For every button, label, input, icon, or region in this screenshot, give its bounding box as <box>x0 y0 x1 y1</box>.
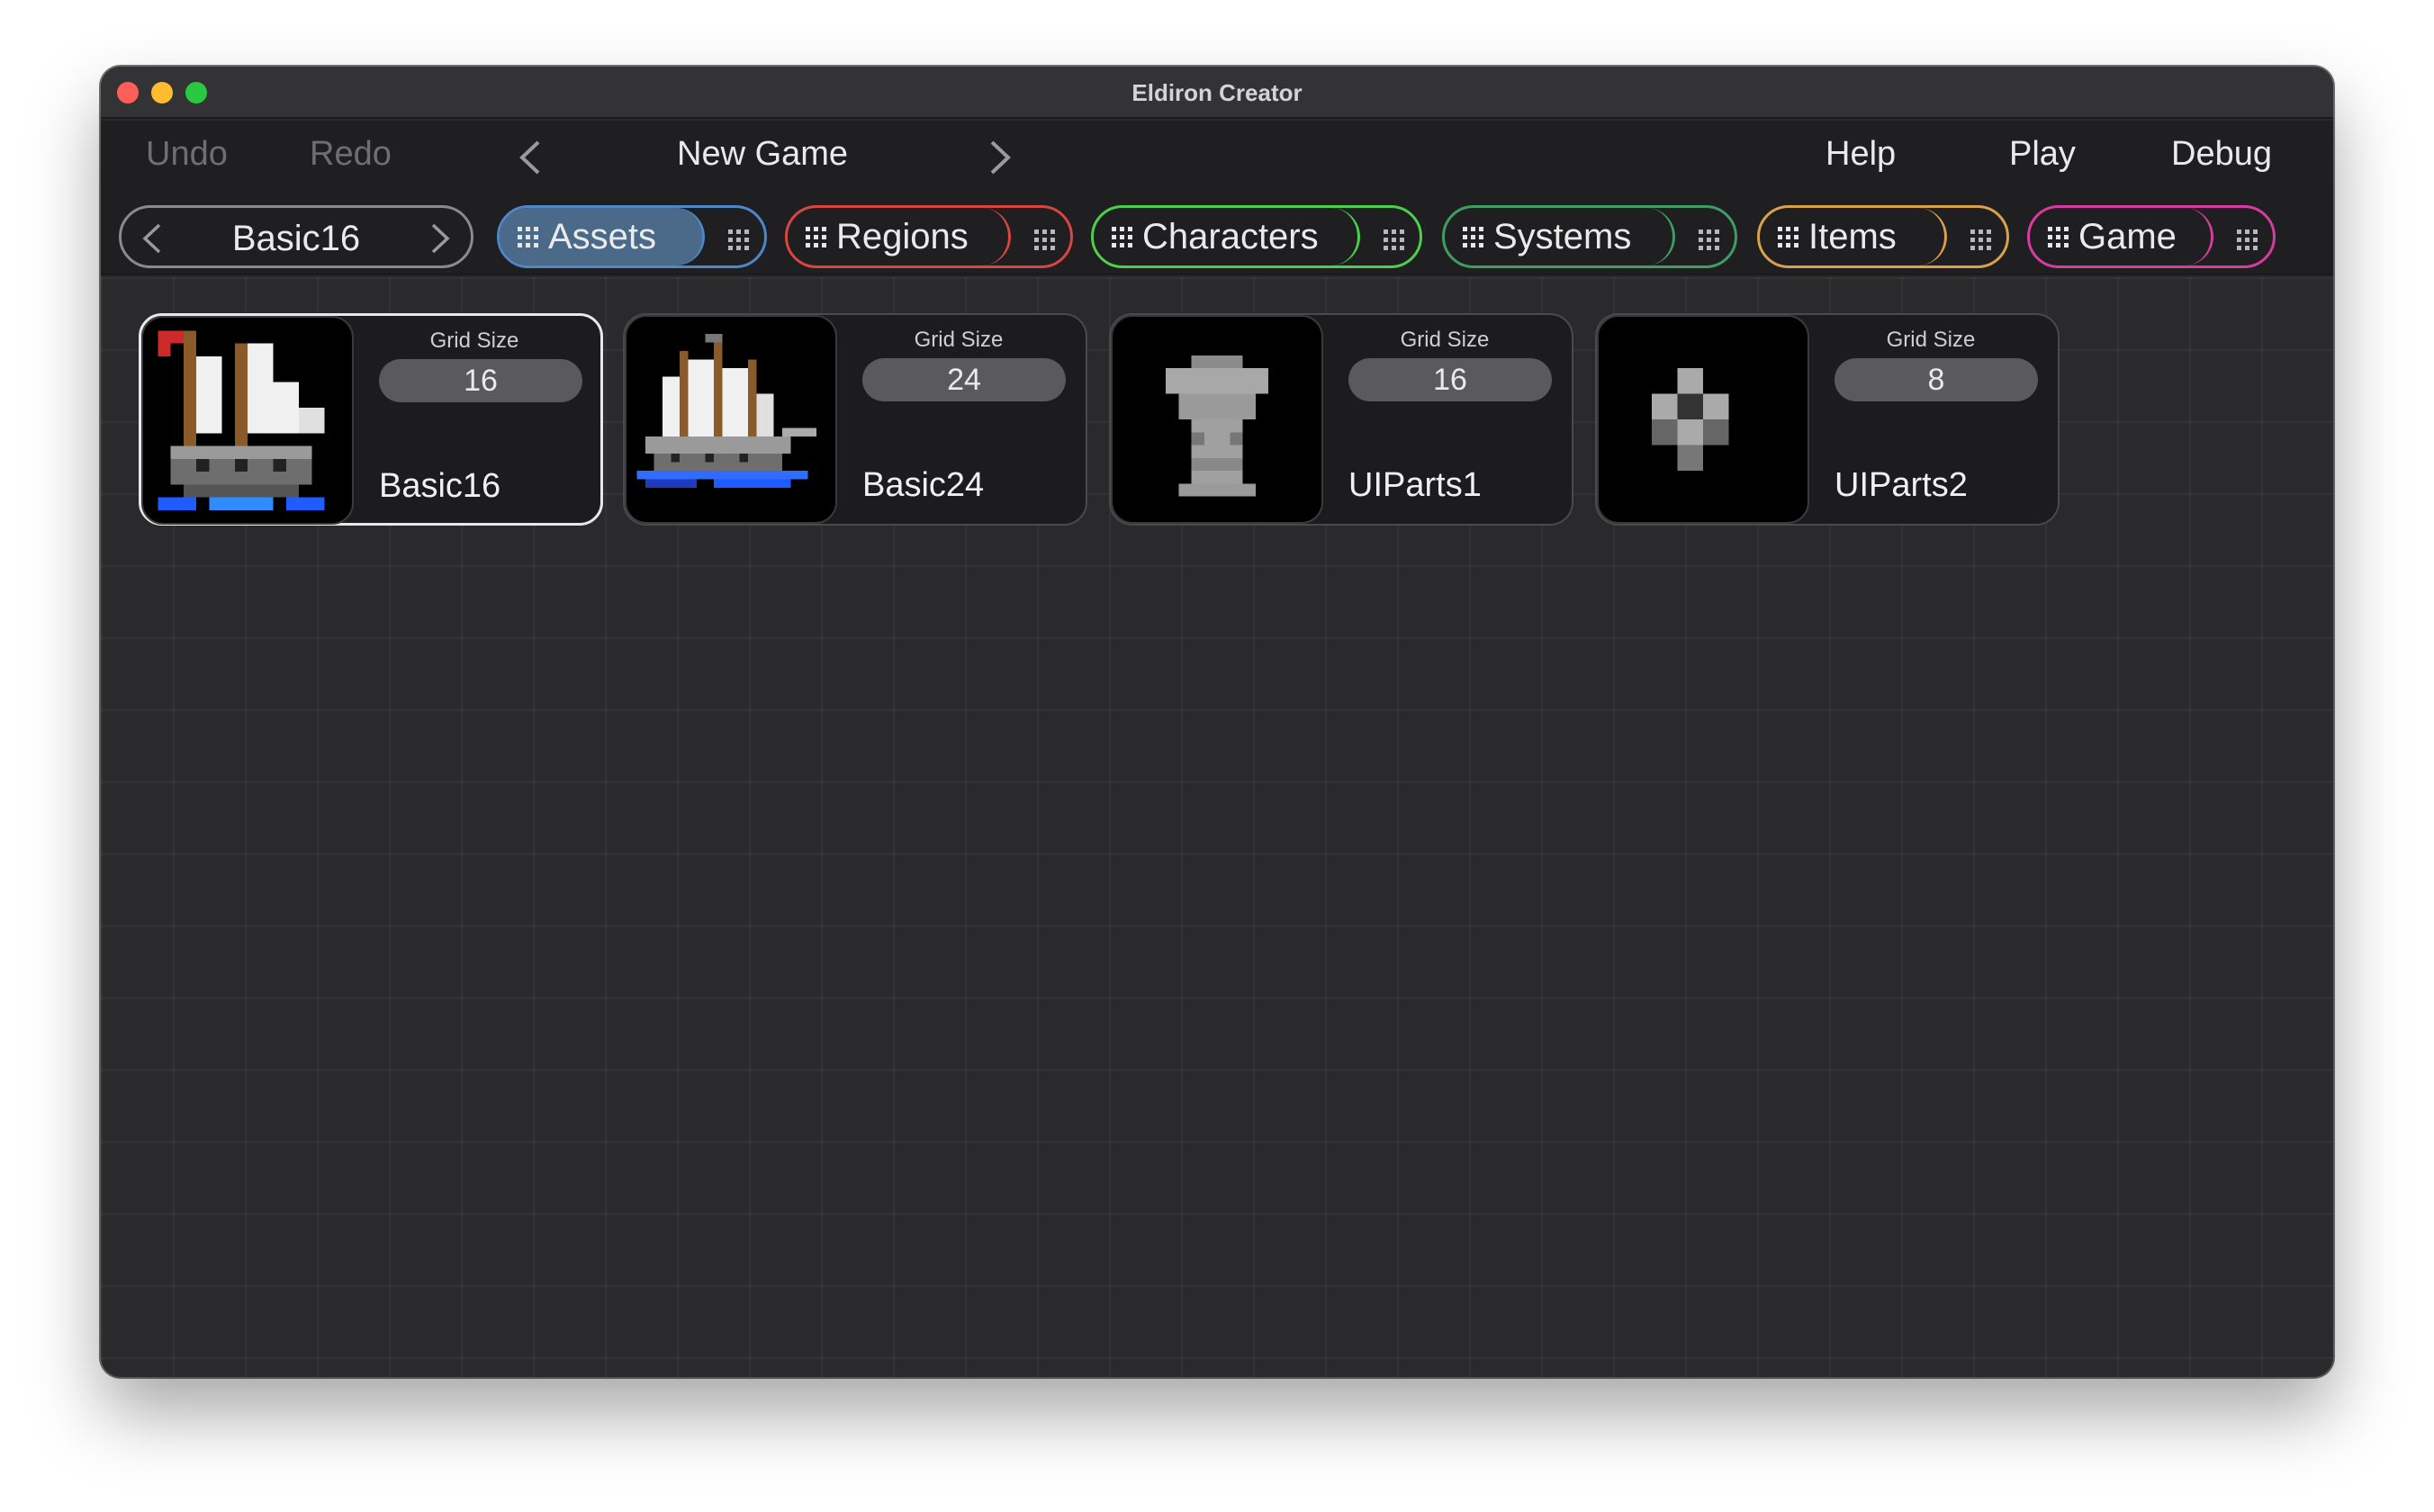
grid-size-field[interactable]: 8 <box>1835 358 2038 401</box>
play-button[interactable]: Play <box>2009 135 2076 174</box>
grid-menu-icon[interactable] <box>1969 228 1992 251</box>
previous-project-button[interactable] <box>515 139 545 176</box>
asset-card-uiparts1[interactable]: Grid Size 16 UIParts1 <box>1109 313 1573 526</box>
menu-bar: Undo Redo New Game Help Play Debug <box>101 121 2333 193</box>
grid-menu-icon[interactable] <box>1697 228 1720 251</box>
next-project-button[interactable] <box>985 139 1015 176</box>
window-title: Eldiron Creator <box>1131 79 1303 106</box>
grid-menu-icon[interactable] <box>2235 228 2258 251</box>
asset-name: Basic24 <box>862 466 985 504</box>
grid-menu-icon[interactable] <box>726 228 750 251</box>
grid-icon <box>1778 227 1798 248</box>
grid-icon <box>1112 227 1132 248</box>
grid-size-label: Grid Size <box>429 328 519 353</box>
asset-card-basic16[interactable]: Grid Size 16 Basic16 <box>139 313 603 526</box>
tab-items[interactable]: Items <box>1757 205 2009 268</box>
tab-systems-main[interactable]: Systems <box>1445 208 1675 266</box>
debug-button[interactable]: Debug <box>2171 135 2272 174</box>
project-title: New Game <box>677 135 849 173</box>
tab-label: Systems <box>1493 216 1632 256</box>
ship-small-icon <box>141 316 354 525</box>
tab-items-main[interactable]: Items <box>1760 208 1947 266</box>
grid-size-label: Grid Size <box>1886 328 1976 352</box>
grid-size-label: Grid Size <box>914 328 1004 352</box>
asset-canvas: Grid Size 16 Basic16 Grid Size 24 Basic2… <box>101 277 2333 1377</box>
tab-bar: Basic16 Assets Regions Characters System… <box>101 193 2333 275</box>
tab-characters-main[interactable]: Characters <box>1094 208 1360 266</box>
grid-menu-icon[interactable] <box>1032 228 1056 251</box>
tab-assets[interactable]: Assets <box>497 205 767 268</box>
help-button[interactable]: Help <box>1826 135 1896 174</box>
tileset-next-button[interactable] <box>428 222 453 255</box>
asset-name: UIParts2 <box>1835 466 1968 504</box>
asset-card-basic24[interactable]: Grid Size 24 Basic24 <box>623 313 1087 526</box>
grid-icon <box>518 227 538 248</box>
tab-regions[interactable]: Regions <box>785 205 1073 268</box>
grid-size-label: Grid Size <box>1400 328 1490 352</box>
ship-large-icon <box>625 315 837 524</box>
tab-regions-main[interactable]: Regions <box>788 208 1011 266</box>
tab-label: Assets <box>548 216 657 256</box>
tileset-selector-label: Basic16 <box>231 219 361 258</box>
grid-icon <box>1463 227 1483 248</box>
tab-assets-main[interactable]: Assets <box>500 208 705 266</box>
tab-label: Characters <box>1142 216 1319 256</box>
diamond-icon <box>1597 315 1809 524</box>
tileset-selector[interactable]: Basic16 <box>119 205 473 268</box>
grid-size-field[interactable]: 24 <box>862 358 1066 401</box>
tab-game[interactable]: Game <box>2027 205 2276 268</box>
chevron-right-icon <box>990 140 1011 175</box>
tab-characters[interactable]: Characters <box>1091 205 1422 268</box>
ui-part-icon <box>1111 315 1323 524</box>
redo-button[interactable]: Redo <box>310 135 392 174</box>
asset-name: Basic16 <box>379 467 501 505</box>
chevron-left-icon <box>519 140 540 175</box>
app-window: Eldiron Creator Undo Redo New Game Help … <box>101 67 2333 1377</box>
tab-label: Regions <box>836 216 969 256</box>
grid-icon <box>806 227 826 248</box>
tab-label: Game <box>2078 216 2177 256</box>
grid-menu-icon[interactable] <box>1382 228 1405 251</box>
tab-game-main[interactable]: Game <box>2030 208 2213 266</box>
grid-icon <box>2048 227 2069 248</box>
tab-systems[interactable]: Systems <box>1442 205 1737 268</box>
title-bar: Eldiron Creator <box>101 67 2333 119</box>
asset-name: UIParts1 <box>1348 466 1482 504</box>
tab-label: Items <box>1808 216 1897 256</box>
grid-size-field[interactable]: 16 <box>379 359 582 402</box>
undo-button[interactable]: Undo <box>146 135 228 174</box>
grid-size-field[interactable]: 16 <box>1348 358 1552 401</box>
asset-card-uiparts2[interactable]: Grid Size 8 UIParts2 <box>1595 313 2060 526</box>
chevron-right-icon <box>431 223 450 254</box>
